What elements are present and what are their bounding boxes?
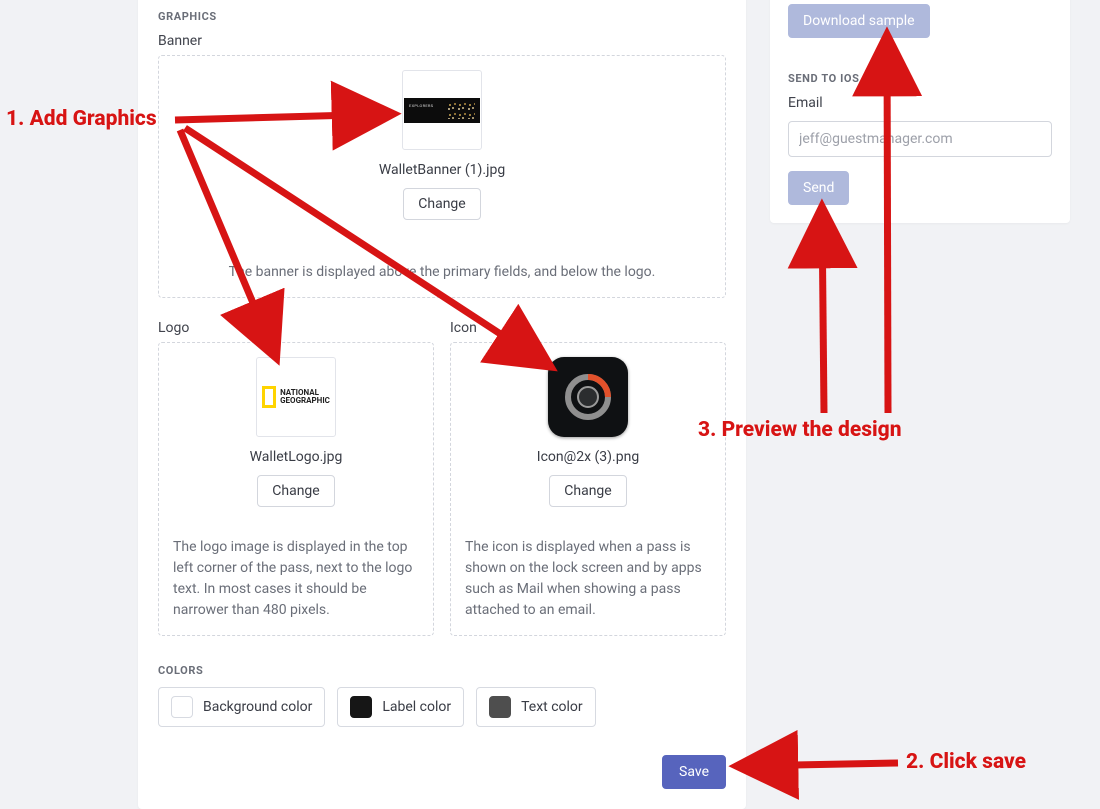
- annotation-arrows: [0, 0, 1100, 785]
